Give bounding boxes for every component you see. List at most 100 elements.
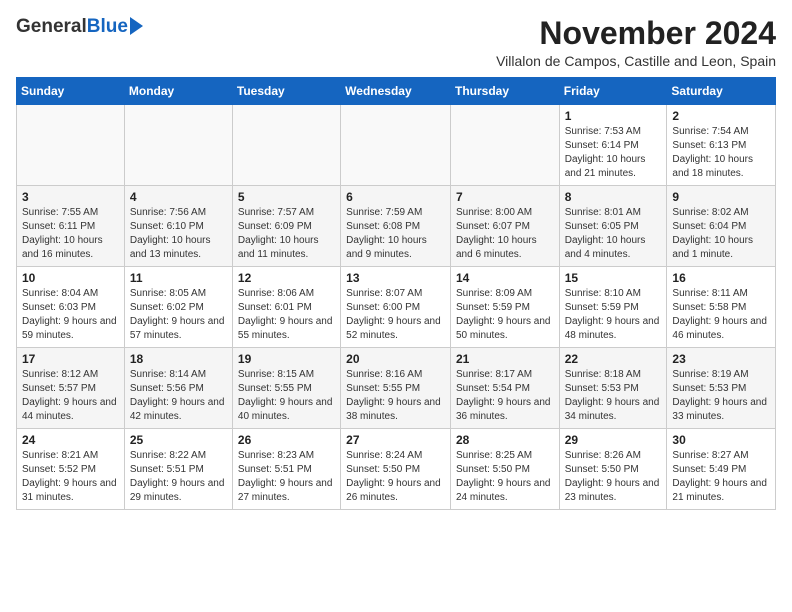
calendar-cell: 16 Sunrise: 8:11 AM Sunset: 5:58 PM Dayli… xyxy=(667,267,776,348)
day-number: 26 xyxy=(238,433,335,447)
day-info: Sunrise: 8:21 AM Sunset: 5:52 PM Dayligh… xyxy=(22,449,119,505)
day-number: 2 xyxy=(672,109,770,123)
calendar-week-row: 17 Sunrise: 8:12 AM Sunset: 5:57 PM Dayli… xyxy=(17,348,776,429)
weekday-header: Wednesday xyxy=(341,78,451,105)
calendar-cell: 12 Sunrise: 8:06 AM Sunset: 6:01 PM Dayli… xyxy=(232,267,340,348)
day-info: Sunrise: 8:24 AM Sunset: 5:50 PM Dayligh… xyxy=(346,449,445,505)
calendar-cell: 22 Sunrise: 8:18 AM Sunset: 5:53 PM Dayli… xyxy=(559,348,667,429)
calendar-cell: 4Sunrise: 7:56 AM Sunset: 6:10 PM Daylig… xyxy=(124,186,232,267)
weekday-header: Monday xyxy=(124,78,232,105)
calendar-week-row: 1 Sunrise: 7:53 AM Sunset: 6:14 PM Daylig… xyxy=(17,105,776,186)
calendar-cell: 5 Sunrise: 7:57 AM Sunset: 6:09 PM Daylig… xyxy=(232,186,340,267)
day-number: 7 xyxy=(456,190,554,204)
day-info: Sunrise: 7:59 AM Sunset: 6:08 PM Dayligh… xyxy=(346,206,445,262)
day-info: Sunrise: 8:06 AM Sunset: 6:01 PM Dayligh… xyxy=(238,287,335,343)
calendar-cell: 25 Sunrise: 8:22 AM Sunset: 5:51 PM Dayli… xyxy=(124,429,232,510)
day-info: Sunrise: 8:09 AM Sunset: 5:59 PM Dayligh… xyxy=(456,287,554,343)
day-number: 23 xyxy=(672,352,770,366)
day-info: Sunrise: 7:53 AM Sunset: 6:14 PM Dayligh… xyxy=(565,125,662,181)
day-info: Sunrise: 8:02 AM Sunset: 6:04 PM Dayligh… xyxy=(672,206,770,262)
day-info: Sunrise: 8:10 AM Sunset: 5:59 PM Dayligh… xyxy=(565,287,662,343)
day-info: Sunrise: 8:15 AM Sunset: 5:55 PM Dayligh… xyxy=(238,368,335,424)
calendar-cell: 20Sunrise: 8:16 AM Sunset: 5:55 PM Dayli… xyxy=(341,348,451,429)
calendar-cell xyxy=(341,105,451,186)
day-number: 19 xyxy=(238,352,335,366)
day-info: Sunrise: 8:07 AM Sunset: 6:00 PM Dayligh… xyxy=(346,287,445,343)
day-info: Sunrise: 7:56 AM Sunset: 6:10 PM Dayligh… xyxy=(130,206,227,262)
day-info: Sunrise: 8:11 AM Sunset: 5:58 PM Dayligh… xyxy=(672,287,770,343)
day-number: 18 xyxy=(130,352,227,366)
page-header: General Blue November 2024 Villalon de C… xyxy=(16,16,776,69)
day-info: Sunrise: 8:12 AM Sunset: 5:57 PM Dayligh… xyxy=(22,368,119,424)
day-number: 6 xyxy=(346,190,445,204)
weekday-header: Saturday xyxy=(667,78,776,105)
calendar-cell: 18 Sunrise: 8:14 AM Sunset: 5:56 PM Dayli… xyxy=(124,348,232,429)
day-number: 29 xyxy=(565,433,662,447)
calendar-cell xyxy=(124,105,232,186)
day-number: 22 xyxy=(565,352,662,366)
day-number: 21 xyxy=(456,352,554,366)
calendar-cell xyxy=(17,105,125,186)
day-number: 12 xyxy=(238,271,335,285)
day-number: 14 xyxy=(456,271,554,285)
logo-arrow-icon xyxy=(130,17,143,35)
month-title: November 2024 xyxy=(496,16,776,51)
weekday-header: Tuesday xyxy=(232,78,340,105)
day-info: Sunrise: 8:05 AM Sunset: 6:02 PM Dayligh… xyxy=(130,287,227,343)
day-info: Sunrise: 8:26 AM Sunset: 5:50 PM Dayligh… xyxy=(565,449,662,505)
day-info: Sunrise: 8:19 AM Sunset: 5:53 PM Dayligh… xyxy=(672,368,770,424)
calendar-cell: 9 Sunrise: 8:02 AM Sunset: 6:04 PM Daylig… xyxy=(667,186,776,267)
day-info: Sunrise: 8:22 AM Sunset: 5:51 PM Dayligh… xyxy=(130,449,227,505)
calendar-cell xyxy=(232,105,340,186)
day-number: 13 xyxy=(346,271,445,285)
logo-general: General xyxy=(16,16,87,38)
day-number: 11 xyxy=(130,271,227,285)
calendar-cell: 15 Sunrise: 8:10 AM Sunset: 5:59 PM Dayli… xyxy=(559,267,667,348)
title-block: November 2024 Villalon de Campos, Castil… xyxy=(496,16,776,69)
day-info: Sunrise: 8:00 AM Sunset: 6:07 PM Dayligh… xyxy=(456,206,554,262)
day-info: Sunrise: 8:14 AM Sunset: 5:56 PM Dayligh… xyxy=(130,368,227,424)
calendar-cell: 2Sunrise: 7:54 AM Sunset: 6:13 PM Daylig… xyxy=(667,105,776,186)
day-number: 16 xyxy=(672,271,770,285)
day-number: 3 xyxy=(22,190,119,204)
calendar-header-row: SundayMondayTuesdayWednesdayThursdayFrid… xyxy=(17,78,776,105)
day-number: 24 xyxy=(22,433,119,447)
day-number: 27 xyxy=(346,433,445,447)
day-number: 28 xyxy=(456,433,554,447)
day-info: Sunrise: 8:25 AM Sunset: 5:50 PM Dayligh… xyxy=(456,449,554,505)
day-number: 9 xyxy=(672,190,770,204)
day-number: 5 xyxy=(238,190,335,204)
day-info: Sunrise: 8:17 AM Sunset: 5:54 PM Dayligh… xyxy=(456,368,554,424)
calendar-week-row: 10Sunrise: 8:04 AM Sunset: 6:03 PM Dayli… xyxy=(17,267,776,348)
calendar-cell xyxy=(450,105,559,186)
calendar-cell: 27 Sunrise: 8:24 AM Sunset: 5:50 PM Dayli… xyxy=(341,429,451,510)
calendar-cell: 26Sunrise: 8:23 AM Sunset: 5:51 PM Dayli… xyxy=(232,429,340,510)
day-info: Sunrise: 7:57 AM Sunset: 6:09 PM Dayligh… xyxy=(238,206,335,262)
weekday-header: Friday xyxy=(559,78,667,105)
calendar-cell: 10Sunrise: 8:04 AM Sunset: 6:03 PM Dayli… xyxy=(17,267,125,348)
day-number: 17 xyxy=(22,352,119,366)
weekday-header: Thursday xyxy=(450,78,559,105)
day-info: Sunrise: 8:18 AM Sunset: 5:53 PM Dayligh… xyxy=(565,368,662,424)
calendar-cell: 21 Sunrise: 8:17 AM Sunset: 5:54 PM Dayli… xyxy=(450,348,559,429)
location-subtitle: Villalon de Campos, Castille and Leon, S… xyxy=(496,53,776,69)
logo-blue: Blue xyxy=(87,16,128,38)
calendar-week-row: 3 Sunrise: 7:55 AM Sunset: 6:11 PM Daylig… xyxy=(17,186,776,267)
day-number: 25 xyxy=(130,433,227,447)
calendar-cell: 17 Sunrise: 8:12 AM Sunset: 5:57 PM Dayli… xyxy=(17,348,125,429)
calendar-cell: 19 Sunrise: 8:15 AM Sunset: 5:55 PM Dayli… xyxy=(232,348,340,429)
day-number: 15 xyxy=(565,271,662,285)
day-info: Sunrise: 7:55 AM Sunset: 6:11 PM Dayligh… xyxy=(22,206,119,262)
logo: General Blue xyxy=(16,16,143,38)
calendar-cell: 23 Sunrise: 8:19 AM Sunset: 5:53 PM Dayli… xyxy=(667,348,776,429)
day-number: 30 xyxy=(672,433,770,447)
calendar-cell: 24 Sunrise: 8:21 AM Sunset: 5:52 PM Dayli… xyxy=(17,429,125,510)
day-info: Sunrise: 8:16 AM Sunset: 5:55 PM Dayligh… xyxy=(346,368,445,424)
day-info: Sunrise: 8:04 AM Sunset: 6:03 PM Dayligh… xyxy=(22,287,119,343)
day-number: 1 xyxy=(565,109,662,123)
calendar-cell: 1 Sunrise: 7:53 AM Sunset: 6:14 PM Daylig… xyxy=(559,105,667,186)
calendar-table: SundayMondayTuesdayWednesdayThursdayFrid… xyxy=(16,77,776,510)
calendar-cell: 8Sunrise: 8:01 AM Sunset: 6:05 PM Daylig… xyxy=(559,186,667,267)
calendar-cell: 28 Sunrise: 8:25 AM Sunset: 5:50 PM Dayli… xyxy=(450,429,559,510)
calendar-cell: 13 Sunrise: 8:07 AM Sunset: 6:00 PM Dayli… xyxy=(341,267,451,348)
